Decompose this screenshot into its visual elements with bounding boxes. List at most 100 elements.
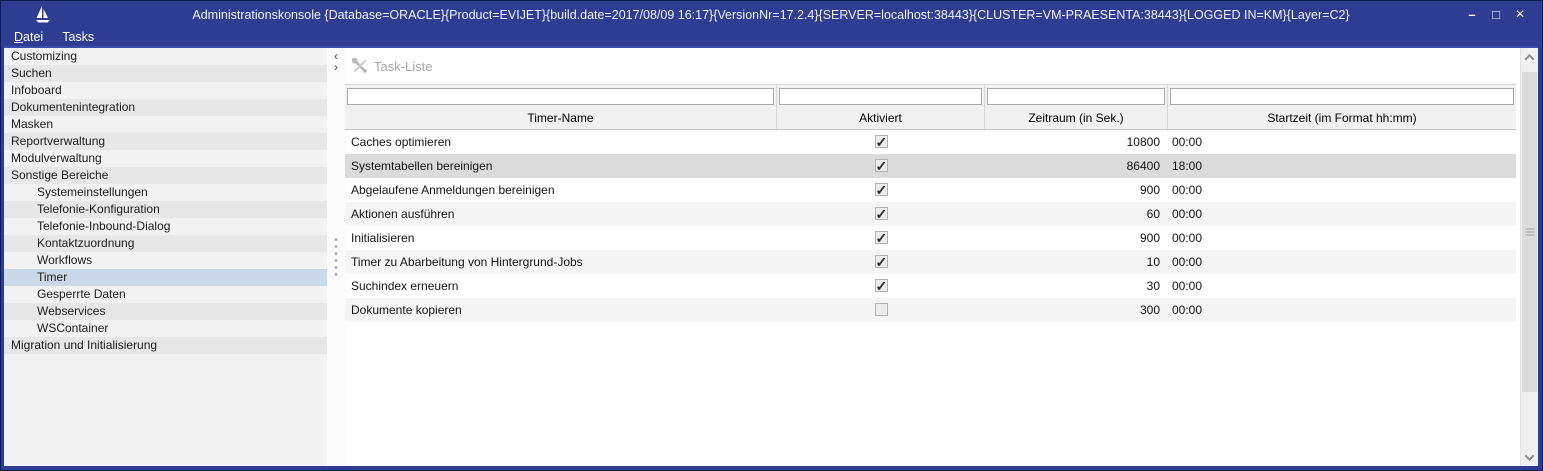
sidebar-item-customizing[interactable]: Customizing [4,48,327,65]
timer-name-cell: Dokumente kopieren [345,298,777,322]
checkbox-checked-icon[interactable]: ✓ [875,135,888,148]
checkbox-checked-icon[interactable]: ✓ [875,183,888,196]
aktiviert-cell: ✓ [777,178,985,202]
filter-cell [777,85,985,107]
checkbox-unchecked-icon[interactable] [875,303,888,316]
scroll-up-button[interactable] [1521,48,1538,66]
title-bar: Administrationskonsole {Database=ORACLE}… [4,1,1538,28]
table-row[interactable]: Suchindex erneuern ✓ 3000:00 [345,274,1516,298]
scroll-down-button[interactable] [1521,448,1538,466]
checkbox-checked-icon[interactable]: ✓ [875,207,888,220]
table-row[interactable]: Abgelaufene Anmeldungen bereinigen✓90000… [345,178,1516,202]
maximize-button[interactable]: □ [1484,4,1508,26]
sidebar-item-timer[interactable]: Timer [4,269,327,286]
aktiviert-cell [777,298,985,322]
table-header: Timer-Name Aktiviert Zeitraum (in Sek.) … [345,84,1516,130]
column-header-zeitraum[interactable]: Zeitraum (in Sek.) [985,107,1168,129]
sailboat-app-icon [34,5,52,25]
timer-name-cell: Suchindex erneuern [345,274,777,298]
filter-input-startzeit[interactable] [1170,88,1514,105]
menu-tasks[interactable]: Tasks [62,30,94,44]
aktiviert-cell: ✓ [777,226,985,250]
main-panel: Task-Liste Timer-Name Aktiviert Zeitraum… [345,48,1520,466]
minimize-button[interactable]: – [1460,4,1484,26]
timer-name-cell: Systemtabellen bereinigen [345,154,777,178]
window-title: Administrationskonsole {Database=ORACLE}… [114,8,1428,22]
filter-input-aktiviert[interactable] [779,88,982,105]
filter-cell [345,85,777,107]
close-button[interactable]: × [1508,4,1532,26]
menu-bar: Datei Tasks [4,28,1538,46]
navigation-sidebar: CustomizingSuchenInfoboardDokumenteninte… [4,48,327,466]
vertical-scrollbar[interactable] [1520,48,1538,466]
content-area: CustomizingSuchenInfoboardDokumenteninte… [4,48,1538,466]
startzeit-cell: 00:00 [1168,130,1516,154]
startzeit-cell: 00:00 [1168,298,1516,322]
splitter-arrows: ‹ › [327,51,345,73]
timer-name-cell: Abgelaufene Anmeldungen bereinigen [345,178,777,202]
sidebar-item-systemeinstellungen[interactable]: Systemeinstellungen [4,184,327,201]
filter-input-timer-name[interactable] [347,88,774,105]
sidebar-item-wscontainer[interactable]: WSContainer [4,320,327,337]
table-row[interactable]: Initialisieren✓90000:00 [345,226,1516,250]
zeitraum-cell: 10800 [985,130,1168,154]
filter-cell [985,85,1168,107]
panel-header: Task-Liste [345,48,1520,84]
table-row[interactable]: Aktionen ausführen✓6000:00 [345,202,1516,226]
task-table: Timer-Name Aktiviert Zeitraum (in Sek.) … [345,84,1516,322]
column-header-timer-name[interactable]: Timer-Name [345,107,777,129]
scrollbar-grip-icon [1525,229,1534,236]
panel-title: Task-Liste [374,59,433,74]
checkbox-checked-icon[interactable]: ✓ [875,255,888,268]
checkbox-checked-icon[interactable]: ✓ [875,279,888,292]
aktiviert-cell: ✓ [777,274,985,298]
table-body: Caches optimieren✓1080000:00Systemtabell… [345,130,1516,322]
aktiviert-cell: ✓ [777,250,985,274]
checkbox-checked-icon[interactable]: ✓ [875,159,888,172]
sidebar-item-workflows[interactable]: Workflows [4,252,327,269]
window-controls: – □ × [1460,1,1532,28]
expand-right-icon[interactable]: › [327,62,345,73]
timer-name-cell: Timer zu Abarbeitung von Hintergrund-Job… [345,250,777,274]
column-header-aktiviert[interactable]: Aktiviert [777,107,985,129]
chevron-down-icon [1525,451,1535,461]
sidebar-item-telefonie-konfiguration[interactable]: Telefonie-Konfiguration [4,201,327,218]
table-row[interactable]: Dokumente kopieren30000:00 [345,298,1516,322]
sidebar-item-modulverwaltung[interactable]: Modulverwaltung [4,150,327,167]
zeitraum-cell: 900 [985,226,1168,250]
sidebar-item-reportverwaltung[interactable]: Reportverwaltung [4,133,327,150]
menu-datei[interactable]: Datei [14,30,43,44]
sidebar-item-suchen[interactable]: Suchen [4,65,327,82]
sidebar-item-migration-und-initialisierung[interactable]: Migration und Initialisierung [4,337,327,354]
filter-input-zeitraum[interactable] [987,88,1165,105]
zeitraum-cell: 10 [985,250,1168,274]
table-row[interactable]: Systemtabellen bereinigen✓8640018:00 [345,154,1516,178]
sidebar-splitter[interactable]: ‹ › [327,48,345,466]
timer-name-cell: Initialisieren [345,226,777,250]
zeitraum-cell: 86400 [985,154,1168,178]
table-row[interactable]: Timer zu Abarbeitung von Hintergrund-Job… [345,250,1516,274]
aktiviert-cell: ✓ [777,154,985,178]
splitter-grip-dots[interactable] [335,238,338,276]
column-header-startzeit[interactable]: Startzeit (im Format hh:mm) [1168,107,1516,129]
sidebar-item-webservices[interactable]: Webservices [4,303,327,320]
startzeit-cell: 00:00 [1168,274,1516,298]
sidebar-item-masken[interactable]: Masken [4,116,327,133]
zeitraum-cell: 30 [985,274,1168,298]
table-row[interactable]: Caches optimieren ✓ 1080000:00 [345,130,1516,154]
timer-name-cell: Caches optimieren [345,130,777,154]
sidebar-item-telefonie-inbound-dialog[interactable]: Telefonie-Inbound-Dialog [4,218,327,235]
sidebar-item-infoboard[interactable]: Infoboard [4,82,327,99]
sidebar-item-gesperrte-daten[interactable]: Gesperrte Daten [4,286,327,303]
scrollbar-thumb[interactable] [1522,72,1537,392]
filter-cell [1168,85,1516,107]
checkbox-checked-icon[interactable]: ✓ [875,231,888,244]
timer-name-cell: Aktionen ausführen [345,202,777,226]
filter-row [345,85,1516,107]
sidebar-item-dokumentenintegration[interactable]: Dokumentenintegration [4,99,327,116]
menu-datei-accel: D [14,30,23,44]
sidebar-item-sonstige-bereiche[interactable]: Sonstige Bereiche [4,167,327,184]
menu-datei-rest: atei [23,30,43,44]
sidebar-item-kontaktzuordnung[interactable]: Kontaktzuordnung [4,235,327,252]
zeitraum-cell: 900 [985,178,1168,202]
